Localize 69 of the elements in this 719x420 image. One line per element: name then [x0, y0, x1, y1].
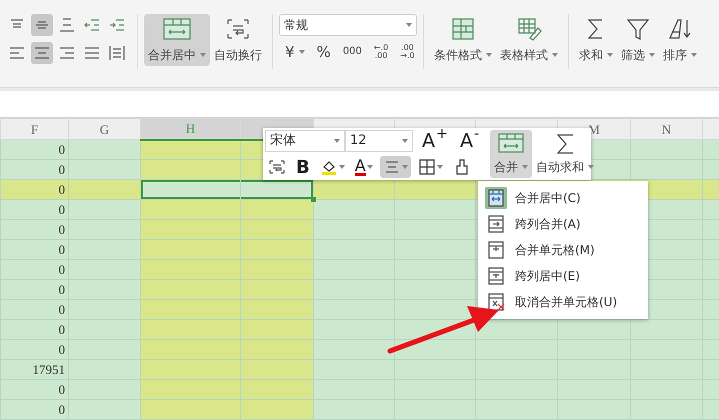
table-cell: 0: [0, 160, 68, 180]
table-cell: 0: [0, 400, 68, 420]
currency-button[interactable]: ¥: [283, 44, 307, 60]
conditional-button[interactable]: 条件格式: [430, 14, 496, 66]
decimal-button[interactable]: .00 →.0: [398, 44, 417, 60]
align-button[interactable]: [31, 42, 53, 64]
sort-button[interactable]: 排序: [659, 14, 701, 66]
table-cell: 0: [0, 180, 68, 200]
column-header[interactable]: G: [68, 118, 140, 140]
conditional-format-icon: [450, 16, 476, 42]
table-cell: 0: [0, 340, 68, 360]
caret-icon: [691, 53, 697, 57]
wrap-text-icon: [268, 158, 286, 176]
align-button[interactable]: [31, 14, 53, 36]
table-cell: 0: [0, 140, 68, 160]
font-select[interactable]: 宋体: [265, 130, 345, 152]
align-button[interactable]: [380, 156, 411, 178]
thousands-button[interactable]: 000: [340, 47, 364, 57]
table-style-icon: [516, 16, 542, 42]
column-header[interactable]: F: [0, 118, 68, 140]
menu-item[interactable]: 跨列居中(E): [481, 263, 645, 289]
caret-icon: [366, 165, 373, 169]
caret-icon: [402, 165, 408, 169]
column-header[interactable]: N: [630, 118, 702, 140]
bold-button[interactable]: B: [293, 156, 313, 178]
active-cell[interactable]: [140, 180, 240, 200]
filter-button[interactable]: 筛选: [617, 14, 659, 66]
fill-handle[interactable]: [311, 197, 316, 202]
caret-icon: [436, 165, 443, 169]
sum-button[interactable]: 求和: [575, 14, 617, 66]
number-format-select[interactable]: 常规: [279, 14, 417, 36]
caret-icon: [588, 165, 594, 169]
caret-icon: [298, 50, 305, 54]
borders-icon: [418, 158, 436, 176]
table-cell: 0: [0, 200, 68, 220]
shrink-font-button[interactable]: A$^{-}$: [456, 130, 482, 152]
table-cell: 17951: [0, 360, 68, 380]
table-cell: 0: [0, 280, 68, 300]
active-cell[interactable]: [240, 180, 314, 200]
font-size-select[interactable]: 12: [345, 130, 413, 152]
caret-icon: [486, 53, 492, 57]
distribute-icon: [108, 44, 126, 62]
table-cell: 0: [0, 220, 68, 240]
font-color-button[interactable]: A: [352, 156, 376, 178]
caret-icon: [607, 53, 613, 57]
merge-center-button[interactable]: 合并居中: [144, 14, 210, 66]
caret-icon: [338, 165, 345, 169]
table-cell: 0: [0, 320, 68, 340]
table-style-button[interactable]: 表格样式: [496, 14, 562, 66]
merge-cells-icon: [162, 16, 192, 42]
caret-icon: [406, 23, 412, 27]
table-cell: 0: [0, 300, 68, 320]
percent-button[interactable]: %: [314, 44, 333, 60]
merge-cells-icon: [498, 132, 524, 154]
table-cell: 0: [0, 380, 68, 400]
grow-font-button[interactable]: A$^{+}$: [419, 130, 451, 152]
caret-icon: [522, 165, 528, 169]
caret-icon: [200, 53, 206, 57]
caret-icon: [649, 53, 655, 57]
merge-button[interactable]: 合并: [490, 130, 532, 178]
table-cell: 0: [0, 260, 68, 280]
wrap-text-button[interactable]: 自动换行: [210, 14, 266, 66]
decimal-button[interactable]: ←.0 .00: [372, 44, 390, 60]
menu-item[interactable]: 合并居中(C): [481, 185, 645, 211]
menu-item[interactable]: 跨列合并(A): [481, 211, 645, 237]
menu-item[interactable]: 合并单元格(M): [481, 237, 645, 263]
table-cell: 0: [0, 240, 68, 260]
align-bottom-icon: [58, 16, 76, 34]
caret-icon: [552, 53, 558, 57]
